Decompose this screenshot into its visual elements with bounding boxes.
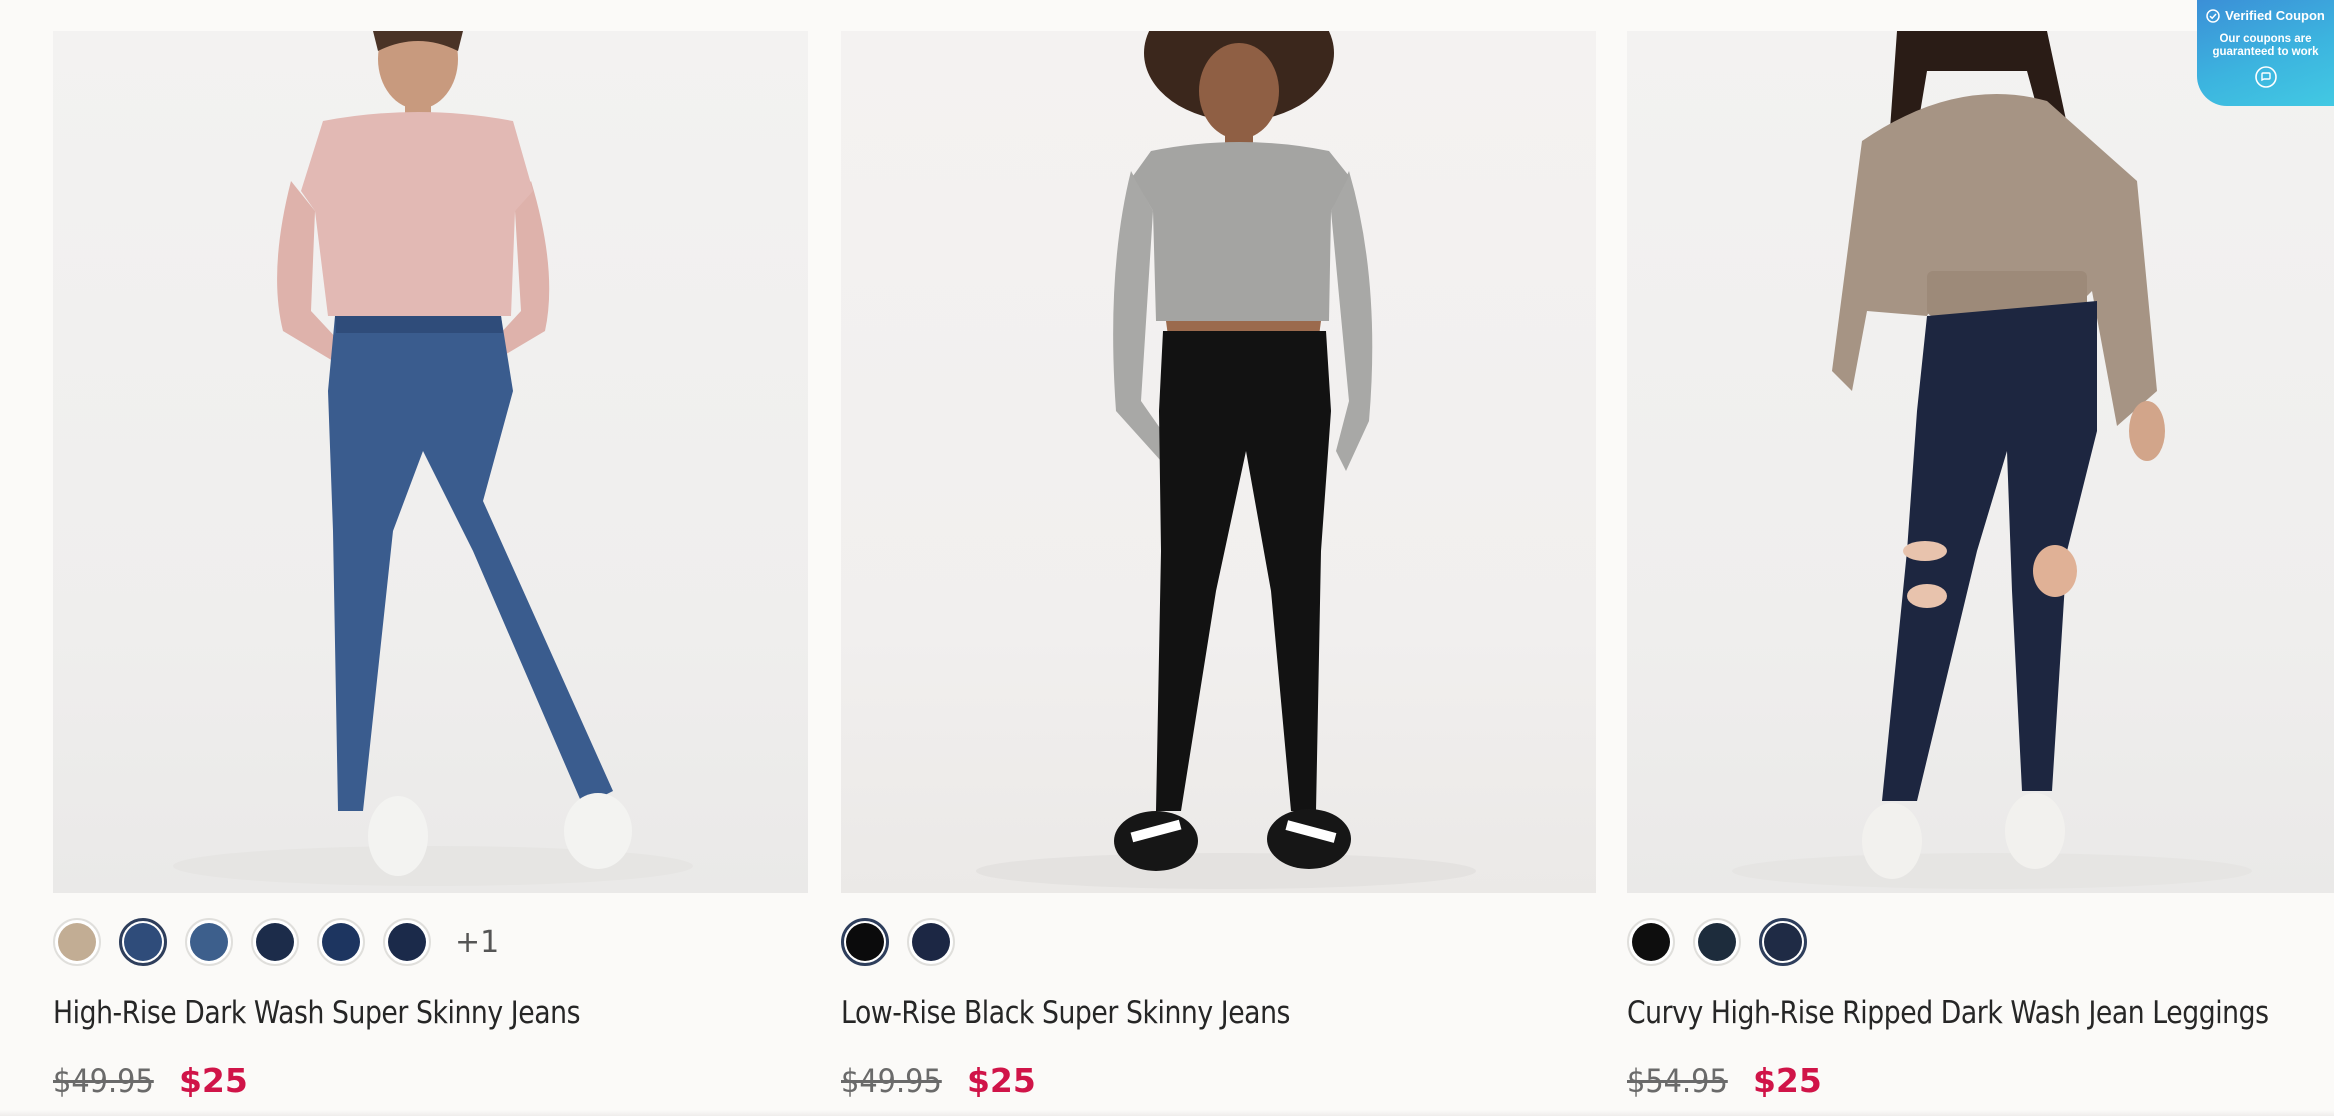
chat-bubble-icon[interactable]: [2254, 65, 2278, 89]
product-image[interactable]: [53, 31, 808, 893]
color-swatches: +1: [53, 915, 808, 969]
model-photo: [976, 31, 1476, 889]
color-swatch[interactable]: [383, 918, 431, 966]
color-swatch[interactable]: [1627, 918, 1675, 966]
product-image[interactable]: [841, 31, 1596, 893]
coupon-title: Verified Coupon: [2225, 8, 2325, 23]
product-name[interactable]: Curvy High-Rise Ripped Dark Wash Jean Le…: [1627, 995, 2276, 1031]
color-swatch[interactable]: [317, 918, 365, 966]
color-swatch-selected[interactable]: [1759, 918, 1807, 966]
sale-price: $25: [966, 1061, 1036, 1100]
original-price: $49.95: [841, 1062, 942, 1100]
color-swatch-selected[interactable]: [841, 918, 889, 966]
verified-coupon-widget[interactable]: Verified Coupon Our coupons are guarante…: [2197, 0, 2334, 106]
color-swatch[interactable]: [1693, 918, 1741, 966]
color-swatch[interactable]: [185, 918, 233, 966]
product-card[interactable]: Curvy High-Rise Ripped Dark Wash Jean Le…: [1627, 31, 2334, 1100]
model-photo: [173, 31, 693, 886]
sale-price: $25: [1752, 1061, 1822, 1100]
product-card[interactable]: Low-Rise Black Super Skinny Jeans $49.95…: [841, 31, 1596, 1100]
more-colors-count[interactable]: +1: [455, 925, 499, 960]
price-block: $49.95 $25: [841, 1061, 1596, 1100]
product-name[interactable]: Low-Rise Black Super Skinny Jeans: [841, 995, 1490, 1031]
coupon-title-row: Verified Coupon: [2197, 8, 2334, 23]
product-card[interactable]: +1 High-Rise Dark Wash Super Skinny Jean…: [53, 31, 808, 1100]
price-block: $49.95 $25: [53, 1061, 808, 1100]
color-swatches: [841, 915, 1596, 969]
check-circle-icon: [2206, 8, 2220, 23]
price-block: $54.95 $25: [1627, 1061, 2334, 1100]
sale-price: $25: [178, 1061, 248, 1100]
bottom-divider: [0, 1110, 2334, 1116]
original-price: $54.95: [1627, 1062, 1728, 1100]
color-swatch-selected[interactable]: [119, 918, 167, 966]
product-grid-page: +1 High-Rise Dark Wash Super Skinny Jean…: [0, 0, 2334, 1116]
product-image[interactable]: [1627, 31, 2334, 893]
original-price: $49.95: [53, 1062, 154, 1100]
coupon-subtitle: Our coupons are guaranteed to work: [2212, 33, 2319, 58]
color-swatches: [1627, 915, 2334, 969]
color-swatch[interactable]: [53, 918, 101, 966]
color-swatch[interactable]: [907, 918, 955, 966]
color-swatch[interactable]: [251, 918, 299, 966]
model-photo: [1732, 31, 2252, 889]
product-name[interactable]: High-Rise Dark Wash Super Skinny Jeans: [53, 995, 702, 1031]
